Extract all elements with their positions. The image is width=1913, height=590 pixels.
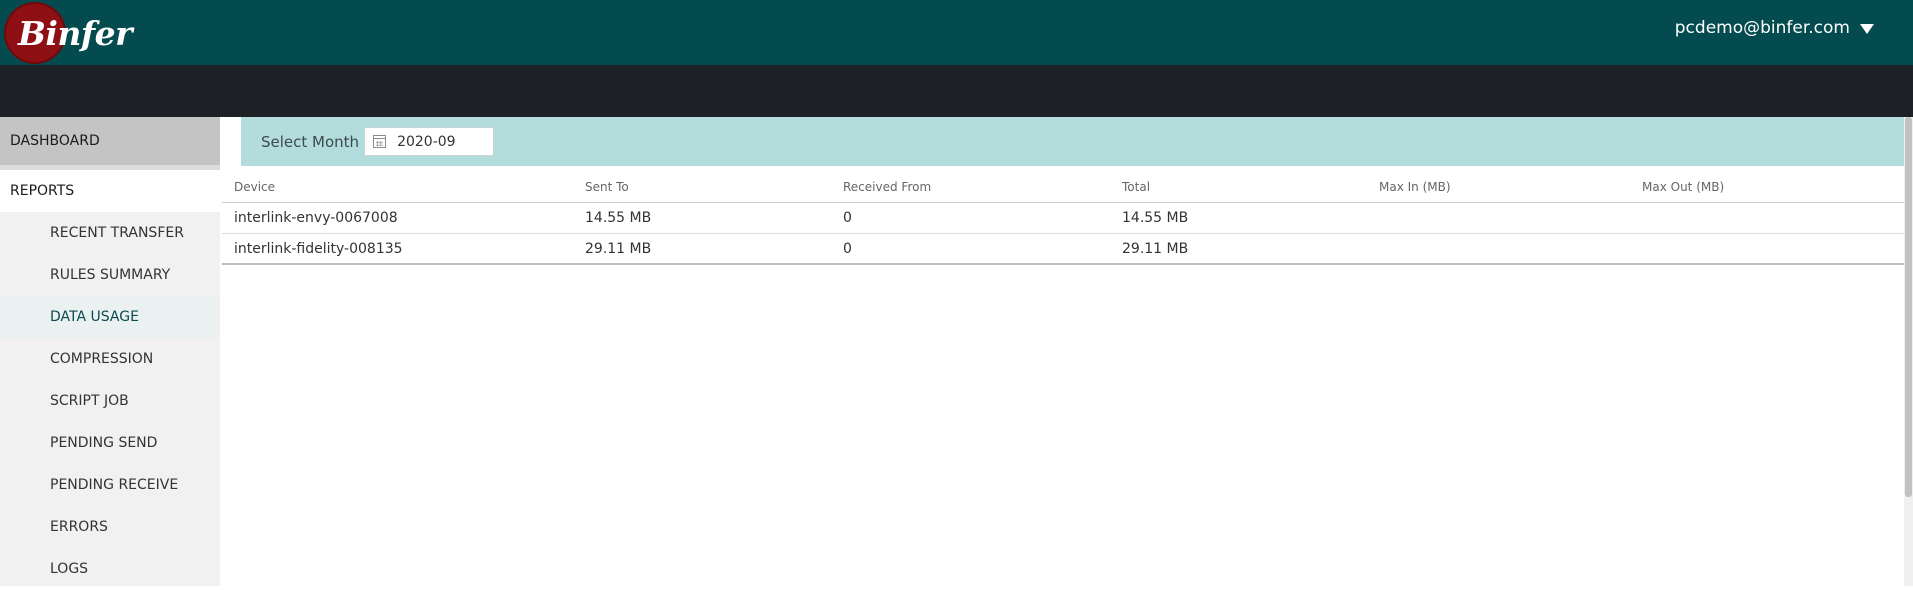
cell-received-from: 0 <box>843 210 852 226</box>
cell-total: 14.55 MB <box>1122 210 1189 226</box>
cell-received-from: 0 <box>843 240 852 257</box>
caret-down-icon <box>1860 24 1874 34</box>
sidebar-item-data-usage[interactable]: DATA USAGE <box>0 296 220 338</box>
calendar-icon <box>373 135 387 148</box>
cell-total: 29.11 MB <box>1122 240 1189 257</box>
column-header-total[interactable]: Total <box>1122 180 1150 194</box>
column-header-sent-to[interactable]: Sent To <box>585 180 629 194</box>
month-picker-input[interactable]: 2020-09 <box>364 127 495 156</box>
table-header-row: Device Sent To Received From Total Max I… <box>222 172 1904 203</box>
user-menu[interactable]: pcdemo@binfer.com <box>1675 18 1874 38</box>
sidebar-item-recent-transfer[interactable]: RECENT TRANSFER <box>0 212 220 254</box>
sidebar-item-errors[interactable]: ERRORS <box>0 506 220 548</box>
column-header-max-in[interactable]: Max In (MB) <box>1379 180 1451 194</box>
table-row[interactable]: interlink-envy-0067008 14.55 MB 0 14.55 … <box>222 203 1904 234</box>
sidebar-item-rules-summary[interactable]: RULES SUMMARY <box>0 254 220 296</box>
sidebar-item-reports[interactable]: REPORTS <box>0 170 220 212</box>
sidebar-item-script-job[interactable]: SCRIPT JOB <box>0 380 220 422</box>
scrollbar-thumb[interactable] <box>1905 117 1912 497</box>
data-usage-table: Device Sent To Received From Total Max I… <box>222 172 1904 265</box>
vertical-scrollbar[interactable] <box>1904 117 1913 586</box>
cell-device: interlink-fidelity-008135 <box>234 240 403 257</box>
sidebar-item-pending-receive[interactable]: PENDING RECEIVE <box>0 464 220 506</box>
cell-sent-to: 29.11 MB <box>585 240 652 257</box>
month-filter-bar: Select Month 2020-09 <box>241 117 1904 166</box>
column-header-max-out[interactable]: Max Out (MB) <box>1642 180 1724 194</box>
logo-text: Binfer <box>18 14 133 53</box>
cell-sent-to: 14.55 MB <box>585 210 652 226</box>
sidebar-item-pending-send[interactable]: PENDING SEND <box>0 422 220 464</box>
toolbar-strip <box>0 65 1913 117</box>
binfer-logo[interactable]: Binfer <box>4 2 139 64</box>
column-header-device[interactable]: Device <box>234 180 275 194</box>
select-month-label: Select Month <box>261 132 360 151</box>
sidebar-item-compression[interactable]: COMPRESSION <box>0 338 220 380</box>
sidebar-item-logs[interactable]: LOGS <box>0 548 220 590</box>
column-header-received-from[interactable]: Received From <box>843 180 931 194</box>
top-header: Binfer pcdemo@binfer.com <box>0 0 1913 65</box>
cell-device: interlink-envy-0067008 <box>234 210 398 226</box>
user-email: pcdemo@binfer.com <box>1674 18 1850 38</box>
table-row[interactable]: interlink-fidelity-008135 29.11 MB 0 29.… <box>222 234 1904 265</box>
month-value: 2020-09 <box>397 133 456 150</box>
sidebar-item-dashboard[interactable]: DASHBOARD <box>0 117 220 165</box>
sidebar: DASHBOARD REPORTS RECENT TRANSFER RULES … <box>0 117 220 586</box>
